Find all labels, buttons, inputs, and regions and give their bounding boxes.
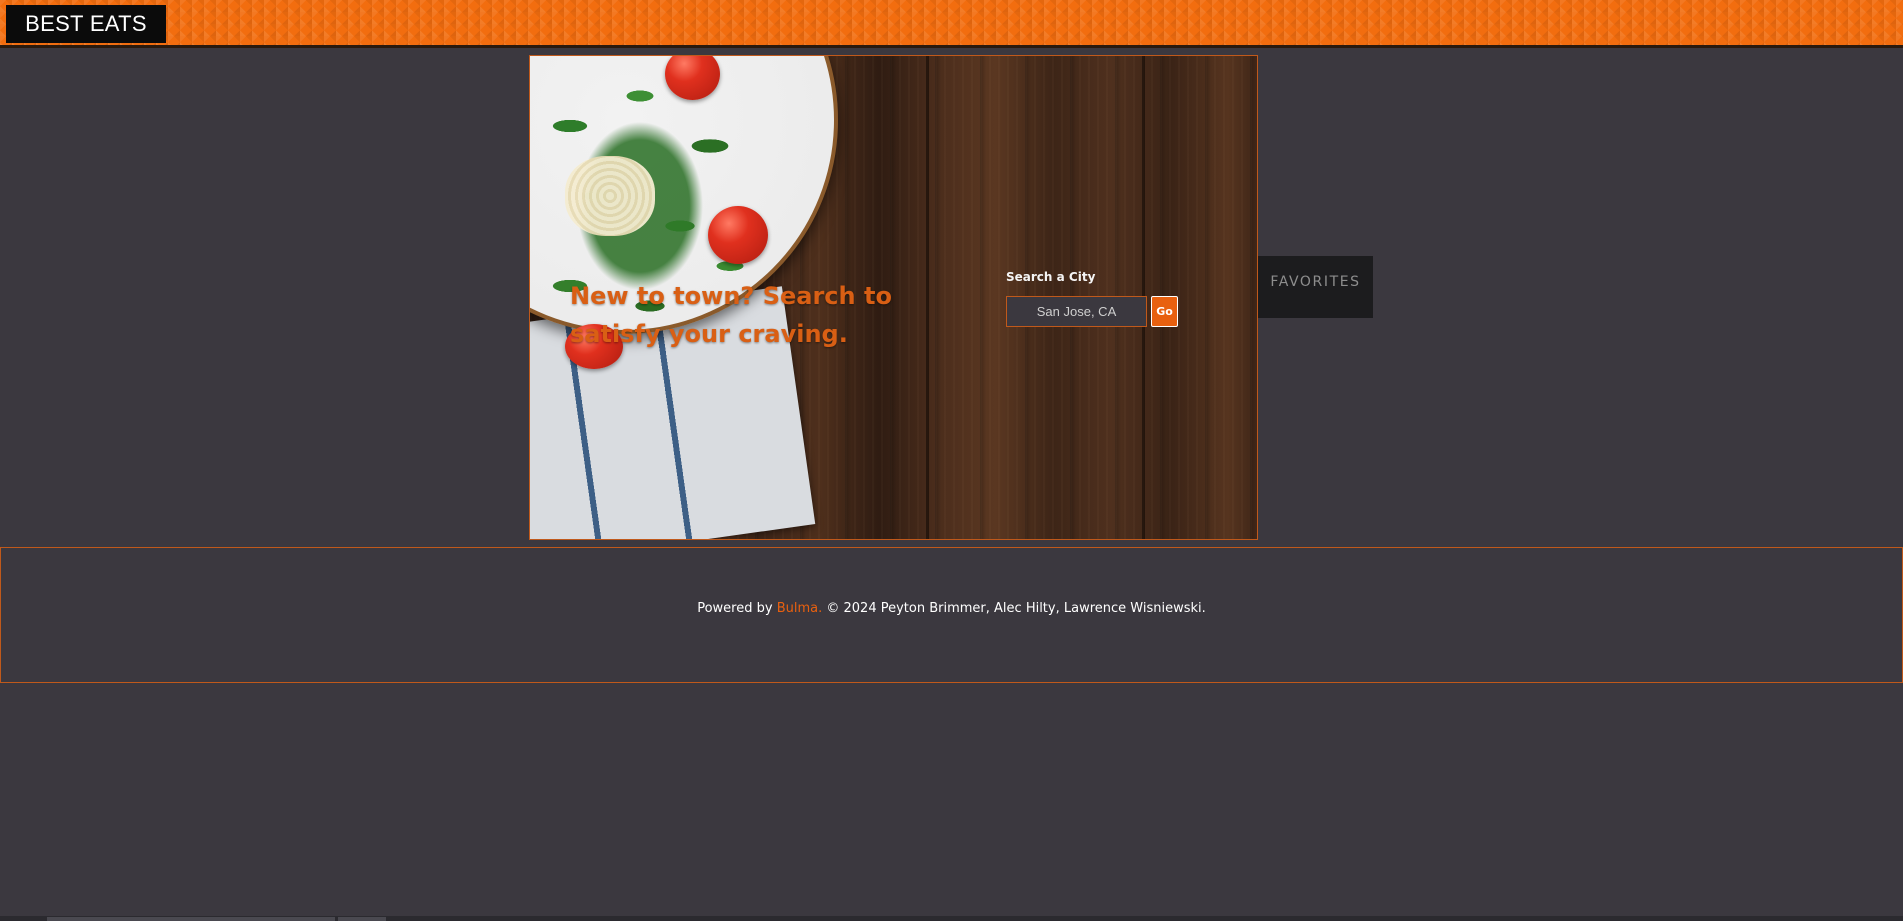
bulma-link[interactable]: Bulma. bbox=[777, 601, 823, 616]
footer-text: Powered by Bulma. © 2024 Peyton Brimmer,… bbox=[1, 601, 1902, 616]
brand-logo-link[interactable]: BEST EATS bbox=[6, 5, 166, 43]
go-button[interactable]: Go bbox=[1151, 296, 1178, 327]
top-navbar: BEST EATS bbox=[0, 0, 1903, 48]
footer-prefix: Powered by bbox=[697, 601, 777, 616]
footer-copyright: © 2024 Peyton Brimmer, Alec Hilty, Lawre… bbox=[822, 601, 1206, 616]
cheese-image bbox=[565, 156, 655, 236]
favorites-button[interactable]: FAVORITES bbox=[1258, 256, 1373, 318]
tomato-image bbox=[708, 206, 768, 264]
search-city-label: Search a City bbox=[1006, 270, 1096, 284]
hero-headline: New to town? Search to satisfy your crav… bbox=[570, 282, 892, 349]
bottom-scroll-thumb[interactable] bbox=[338, 917, 386, 921]
city-search-input[interactable] bbox=[1006, 296, 1147, 327]
page-footer: Powered by Bulma. © 2024 Peyton Brimmer,… bbox=[0, 547, 1903, 683]
hero-banner: New to town? Search to satisfy your crav… bbox=[529, 55, 1258, 540]
bottom-scroll-thumb[interactable] bbox=[47, 917, 335, 921]
